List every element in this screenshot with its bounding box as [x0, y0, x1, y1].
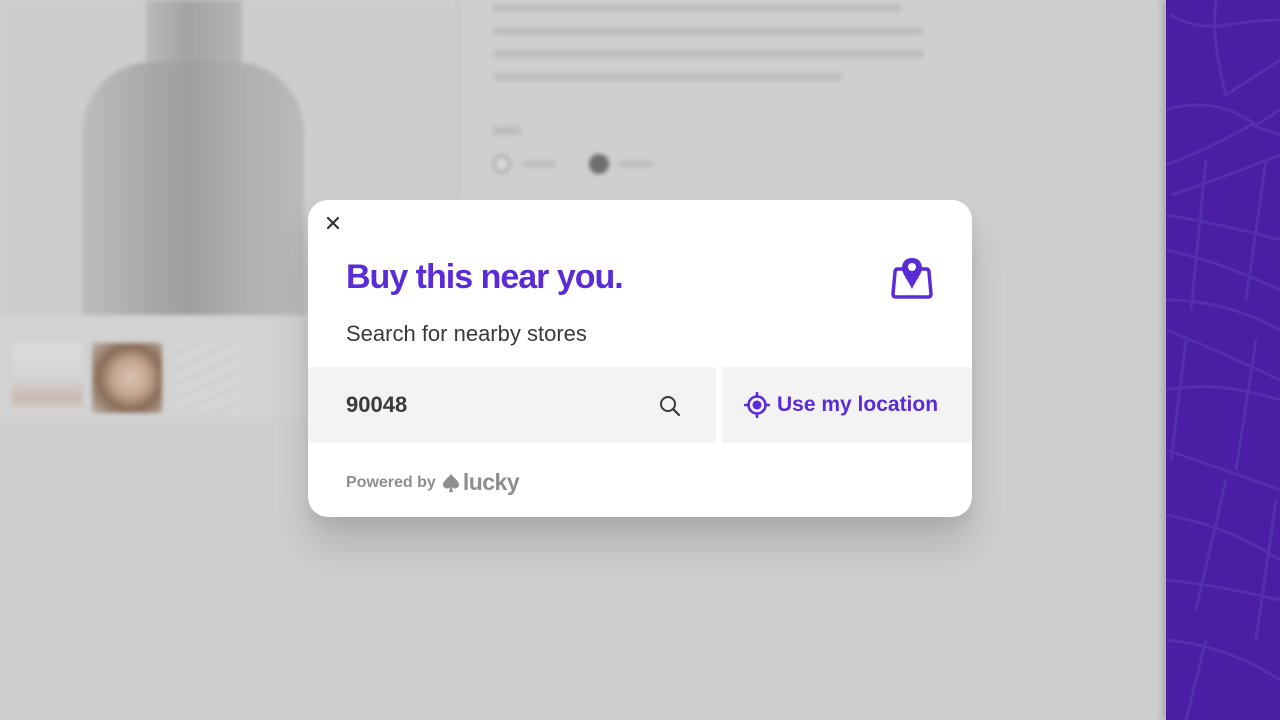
- radio-selected[interactable]: [589, 154, 609, 174]
- map-pattern: [1166, 0, 1280, 720]
- map-side-panel: [1166, 0, 1280, 720]
- bottle-body: [82, 62, 304, 322]
- search-icon: [660, 396, 681, 417]
- search-button[interactable]: [655, 391, 685, 421]
- use-my-location-button[interactable]: Use my location: [722, 367, 972, 443]
- map-pin-bag-icon: [891, 258, 933, 299]
- modal-subtitle: Search for nearby stores: [346, 321, 587, 346]
- description-line: [493, 73, 843, 81]
- thumbnail-strip: [0, 315, 310, 420]
- description-line: [493, 27, 923, 35]
- size-option-2[interactable]: [589, 154, 653, 174]
- size-option-label: [522, 160, 556, 168]
- radio-unselected[interactable]: [492, 154, 512, 174]
- zip-code-field[interactable]: [308, 367, 716, 443]
- size-option-1[interactable]: [492, 154, 556, 174]
- use-my-location-label: Use my location: [777, 393, 939, 416]
- zip-code-input[interactable]: [346, 367, 646, 443]
- description-line: [493, 4, 903, 12]
- powered-by-footer: Powered by lucky: [346, 469, 520, 496]
- powered-by-text: Powered by: [346, 473, 436, 491]
- thumbnail-product-hand[interactable]: [12, 343, 82, 413]
- product-description: [493, 4, 933, 96]
- search-row: Use my location: [308, 367, 972, 443]
- size-option-label: [619, 160, 653, 168]
- buy-near-you-modal: Buy this near you. Search for nearby sto…: [308, 200, 972, 517]
- close-button[interactable]: [322, 212, 344, 234]
- modal-title: Buy this near you.: [346, 258, 624, 296]
- lucky-brand-name: lucky: [462, 469, 520, 495]
- description-line: [493, 50, 925, 58]
- close-icon: [326, 216, 340, 230]
- bottle-neck: [146, 0, 242, 64]
- thumbnail-texture[interactable]: [172, 343, 242, 413]
- lucky-logo[interactable]: lucky: [441, 469, 520, 496]
- target-location-icon: [744, 392, 770, 418]
- size-label: [493, 126, 521, 135]
- spade-icon: [442, 473, 459, 492]
- thumbnail-face[interactable]: [92, 343, 162, 413]
